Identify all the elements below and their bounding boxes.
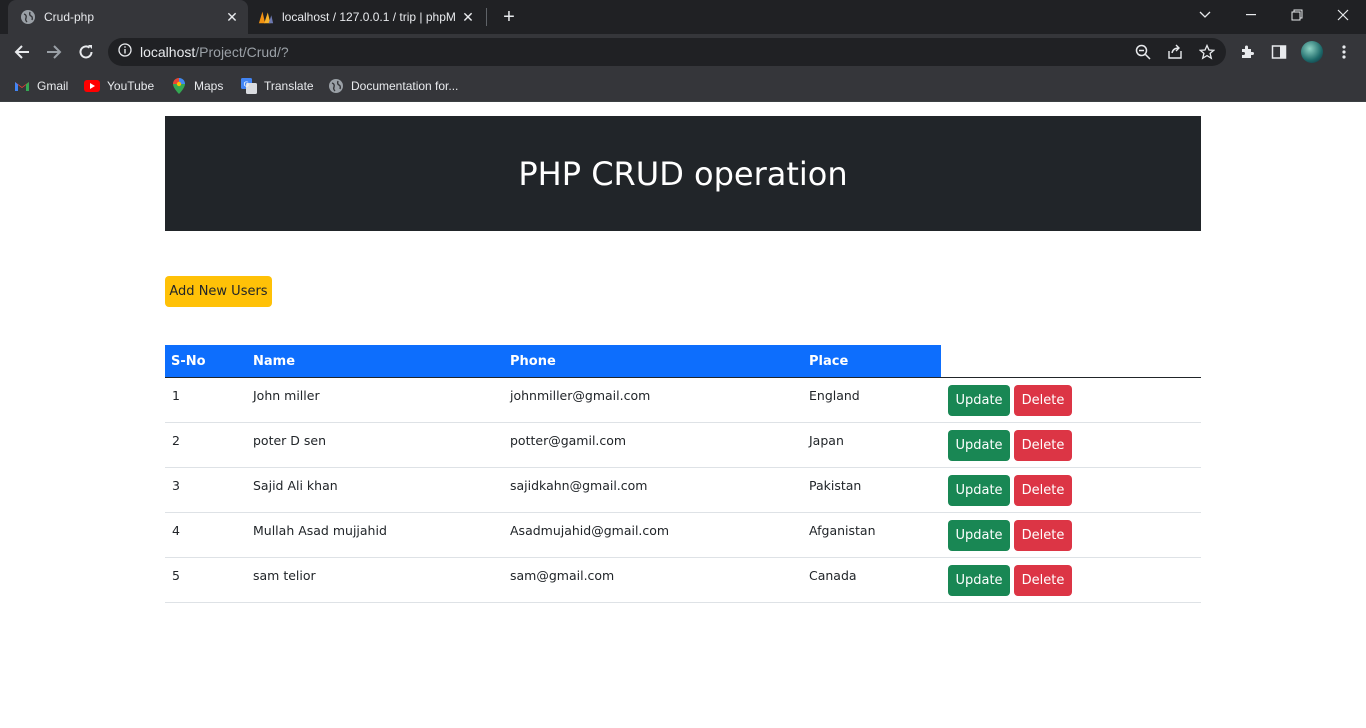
table-row: 5 sam telior sam@gmail.com Canada Update… <box>165 558 1201 603</box>
globe-icon <box>328 78 344 94</box>
column-header-sno: S-No <box>171 354 206 369</box>
update-button[interactable]: Update <box>948 430 1010 461</box>
cell-place: Japan <box>809 433 844 448</box>
delete-button[interactable]: Delete <box>1014 565 1072 596</box>
tab-title: Crud-php <box>44 10 95 24</box>
cell-name: John miller <box>253 388 320 403</box>
tab-crud-php[interactable]: Crud-php ✕ <box>8 0 248 34</box>
delete-button[interactable]: Delete <box>1014 430 1072 461</box>
profile-avatar[interactable] <box>1301 41 1323 63</box>
cell-place: Afganistan <box>809 523 876 538</box>
bookmark-label: Gmail <box>37 79 69 93</box>
zoom-icon[interactable] <box>1134 43 1152 61</box>
url-host: localhost <box>140 44 196 60</box>
extensions-icon[interactable] <box>1237 42 1257 62</box>
column-header-place: Place <box>809 354 849 369</box>
delete-button[interactable]: Delete <box>1014 475 1072 506</box>
cell-name: poter D sen <box>253 433 327 448</box>
bookmark-youtube[interactable]: YouTube <box>84 76 154 96</box>
bookmark-label: YouTube <box>107 79 155 93</box>
translate-icon: G <box>241 78 257 94</box>
maps-icon <box>171 78 187 94</box>
side-panel-icon[interactable] <box>1269 42 1289 62</box>
reload-icon[interactable] <box>74 40 98 64</box>
cell-name: Sajid Ali khan <box>253 478 338 493</box>
table-header: S-No Name Phone Place <box>165 345 1201 378</box>
url-text: localhost/Project/Crud/? <box>140 44 289 60</box>
star-icon[interactable] <box>1198 43 1216 61</box>
cell-phone: sajidkahn@gmail.com <box>510 478 648 493</box>
cell-sno: 2 <box>172 433 180 448</box>
back-icon[interactable] <box>10 40 34 64</box>
tab-title: localhost / 127.0.0.1 / trip | phpM <box>282 10 456 24</box>
share-icon[interactable] <box>1166 43 1184 61</box>
delete-button[interactable]: Delete <box>1014 385 1072 416</box>
page-header: PHP CRUD operation <box>165 116 1201 231</box>
cell-name: Mullah Asad mujjahid <box>253 523 387 538</box>
column-header-name: Name <box>253 354 296 369</box>
svg-text:G: G <box>244 81 249 89</box>
cell-sno: 1 <box>172 388 180 403</box>
close-icon[interactable]: ✕ <box>222 7 242 27</box>
update-button[interactable]: Update <box>948 565 1010 596</box>
cell-sno: 5 <box>172 568 180 583</box>
cell-name: sam telior <box>253 568 316 583</box>
menu-icon[interactable] <box>1334 42 1354 62</box>
cell-place: England <box>809 388 860 403</box>
bookmark-label: Translate <box>264 79 314 93</box>
globe-icon <box>20 9 36 25</box>
column-header-phone: Phone <box>510 354 556 369</box>
browser-toolbar: localhost/Project/Crud/? <box>0 34 1366 70</box>
bookmarks-bar: Gmail YouTube Maps G Translate Documenta… <box>0 70 1366 102</box>
cell-sno: 3 <box>172 478 180 493</box>
cell-place: Pakistan <box>809 478 862 493</box>
update-button[interactable]: Update <box>948 520 1010 551</box>
gmail-icon <box>14 78 30 94</box>
bookmark-documentation[interactable]: Documentation for... <box>328 76 458 96</box>
info-icon[interactable] <box>118 42 132 62</box>
minimize-icon[interactable] <box>1228 0 1274 30</box>
tab-strip: Crud-php ✕ localhost / 127.0.0.1 / trip … <box>0 0 1366 34</box>
forward-icon[interactable] <box>42 40 66 64</box>
youtube-icon <box>84 78 100 94</box>
delete-button[interactable]: Delete <box>1014 520 1072 551</box>
close-icon[interactable]: ✕ <box>458 7 478 27</box>
address-bar[interactable]: localhost/Project/Crud/? <box>108 38 1226 66</box>
cell-phone: potter@gamil.com <box>510 433 627 448</box>
update-button[interactable]: Update <box>948 385 1010 416</box>
tab-phpmyadmin[interactable]: localhost / 127.0.0.1 / trip | phpM ✕ <box>250 0 484 34</box>
restore-icon[interactable] <box>1274 0 1320 30</box>
bookmark-translate[interactable]: G Translate <box>241 76 314 96</box>
update-button[interactable]: Update <box>948 475 1010 506</box>
table-row: 3 Sajid Ali khan sajidkahn@gmail.com Pak… <box>165 468 1201 513</box>
cell-phone: Asadmujahid@gmail.com <box>510 523 670 538</box>
page-content: PHP CRUD operation Add New Users S-No Na… <box>0 103 1366 728</box>
cell-place: Canada <box>809 568 857 583</box>
cell-sno: 4 <box>172 523 180 538</box>
table-row: 1 John miller johnmiller@gmail.com Engla… <box>165 378 1201 423</box>
close-window-icon[interactable] <box>1320 0 1366 30</box>
bookmark-maps[interactable]: Maps <box>171 76 223 96</box>
bookmark-label: Documentation for... <box>351 79 459 93</box>
table-row: 4 Mullah Asad mujjahid Asadmujahid@gmail… <box>165 513 1201 558</box>
bookmark-label: Maps <box>194 79 224 93</box>
cell-phone: sam@gmail.com <box>510 568 615 583</box>
cell-phone: johnmiller@gmail.com <box>510 388 651 403</box>
add-new-users-button[interactable]: Add New Users <box>165 276 272 307</box>
page-title: PHP CRUD operation <box>518 154 848 193</box>
url-path: /Project/Crud/? <box>195 44 289 60</box>
table-row: 2 poter D sen potter@gamil.com Japan Upd… <box>165 423 1201 468</box>
tab-separator <box>486 8 487 26</box>
chevron-down-icon[interactable] <box>1182 0 1228 30</box>
bookmark-gmail[interactable]: Gmail <box>14 76 68 96</box>
phpmyadmin-icon <box>258 9 274 25</box>
new-tab-icon[interactable]: + <box>498 6 520 28</box>
